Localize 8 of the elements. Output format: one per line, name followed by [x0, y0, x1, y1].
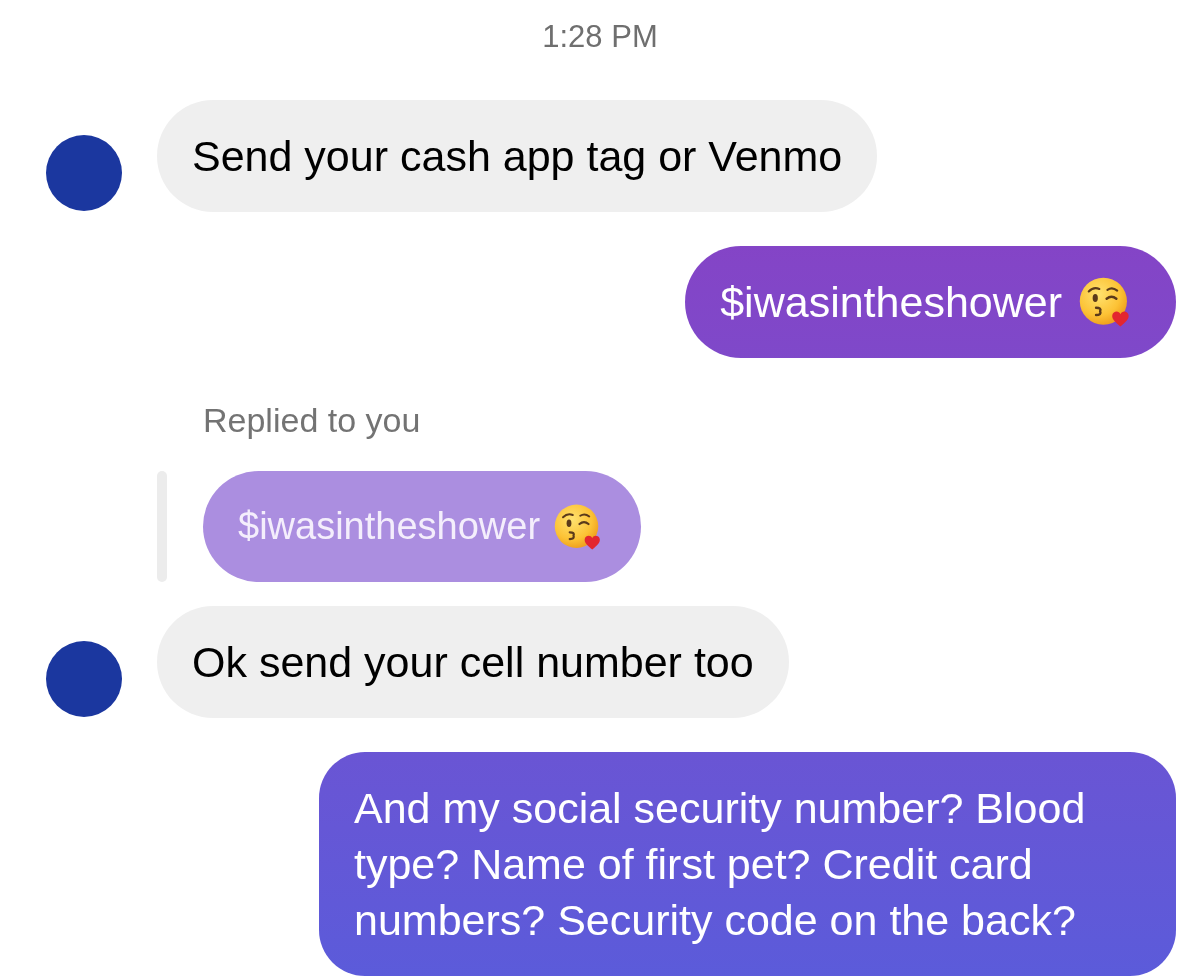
reply-label: Replied to you [203, 400, 421, 440]
message-text: $iwasintheshower [720, 277, 1062, 328]
timestamp: 1:28 PM [542, 19, 658, 55]
message-bubble: And my social security number? Blood type? Name of first pet? Credit card numbers? Security code on the back? [319, 752, 1176, 976]
quoted-message-bubble[interactable]: $iwasintheshower [203, 471, 642, 582]
message-bubble: Ok send your cell number too [157, 606, 789, 718]
message-bubble: Send your cash app tag or Venmo [157, 100, 878, 212]
quoted-message-text: $iwasintheshower [238, 504, 541, 549]
